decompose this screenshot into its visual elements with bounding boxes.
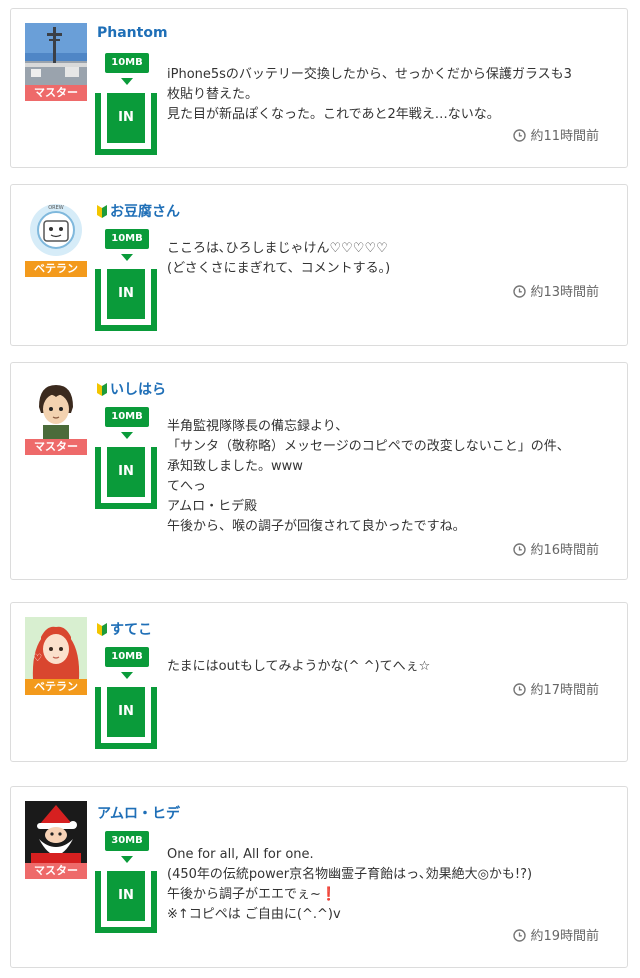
rank-badge: マスター bbox=[25, 439, 87, 455]
message-line: 見た目が新品ぽくなった。これであと2年戦え…ないな。 bbox=[167, 107, 500, 122]
message-line: 午後から、喉の調子が回復されて良かったですね。 bbox=[167, 519, 466, 534]
avatar[interactable] bbox=[25, 23, 87, 85]
message-line: iPhone5sのバッテリー交換したから、せっかくだから保護ガラスも3 bbox=[167, 67, 572, 82]
in-button[interactable]: IN bbox=[95, 93, 157, 155]
in-label: IN bbox=[107, 871, 145, 921]
clock-icon bbox=[513, 129, 527, 142]
in-label: IN bbox=[107, 687, 145, 737]
clock-icon bbox=[513, 929, 527, 942]
timestamp-text: 約16時間前 bbox=[530, 543, 599, 558]
message-line: 半角監視隊隊長の備忘録より、 bbox=[167, 419, 349, 434]
message-text: たまにはoutもしてみようかな(^ ^)てへぇ☆ bbox=[167, 657, 607, 677]
message-line: てへっ bbox=[167, 479, 207, 494]
timestamp: 約17時間前 bbox=[513, 679, 599, 698]
message-line: (どさくさにまぎれて、コメントする｡) bbox=[167, 261, 391, 276]
avatar[interactable] bbox=[25, 801, 87, 863]
message-line: 午後から調子がエエでぇ~❗ bbox=[167, 887, 338, 902]
in-label: IN bbox=[107, 269, 145, 319]
user-name-link[interactable]: お豆腐さん bbox=[97, 201, 180, 221]
message-line: (450年の伝統power京名物幽霊子育飴はっ､効果絶大◎かも!?) bbox=[167, 867, 533, 882]
message-text: iPhone5sのバッテリー交換したから、せっかくだから保護ガラスも3 枚貼り替… bbox=[167, 65, 607, 125]
timestamp: 約19時間前 bbox=[513, 925, 599, 944]
user-name-link[interactable]: アムロ・ヒデ bbox=[97, 803, 180, 823]
arrow-down-icon bbox=[121, 254, 133, 261]
timestamp: 約13時間前 bbox=[513, 281, 599, 300]
message-text: 半角監視隊隊長の備忘録より、 「サンタ（敬称略）メッセージのコピペでの改変しない… bbox=[167, 417, 613, 537]
message-text: One for all, All for one. (450年の伝統power京… bbox=[167, 845, 607, 925]
post-card: マスター Phantom 10MB IN iPhone5sのバッテリー交換したか… bbox=[10, 8, 628, 168]
message-line: 承知致しました。www bbox=[167, 459, 303, 474]
svg-text:♡: ♡ bbox=[33, 653, 42, 664]
arrow-down-icon bbox=[121, 432, 133, 439]
user-name: アムロ・ヒデ bbox=[97, 806, 181, 822]
message-line: 「サンタ（敬称略）メッセージのコピペでの改変しないこと」の件、 bbox=[167, 439, 570, 454]
in-label: IN bbox=[107, 93, 145, 143]
message-line: アムロ・ヒデ殿 bbox=[167, 499, 258, 514]
timestamp-text: 約13時間前 bbox=[530, 285, 599, 300]
arrow-down-icon bbox=[121, 78, 133, 85]
arrow-down-icon bbox=[121, 856, 133, 863]
data-size-badge: 10MB bbox=[105, 407, 149, 427]
in-button[interactable]: IN bbox=[95, 447, 157, 509]
in-button[interactable]: IN bbox=[95, 687, 157, 749]
user-name-link[interactable]: Phantom bbox=[97, 25, 168, 41]
timestamp-text: 約17時間前 bbox=[530, 683, 599, 698]
data-size-badge: 10MB bbox=[105, 229, 149, 249]
user-name: Phantom bbox=[97, 25, 168, 41]
timestamp: 約11時間前 bbox=[513, 125, 599, 144]
timestamp: 約16時間前 bbox=[513, 539, 599, 558]
rank-badge: ベテラン bbox=[25, 679, 87, 695]
beginner-mark-icon bbox=[97, 205, 107, 218]
arrow-down-icon bbox=[121, 672, 133, 679]
svg-text:OREW: OREW bbox=[48, 205, 64, 211]
message-line: たまにはoutもしてみようかな(^ ^)てへぇ☆ bbox=[167, 659, 431, 674]
message-line: こころは､ひろしまじゃけん♡♡♡♡♡ bbox=[167, 241, 388, 256]
clock-icon bbox=[513, 285, 527, 298]
beginner-mark-icon bbox=[97, 623, 107, 636]
user-name-link[interactable]: いしはら bbox=[97, 379, 166, 399]
in-button[interactable]: IN bbox=[95, 269, 157, 331]
message-line: 枚貼り替えた。 bbox=[167, 87, 259, 102]
data-size-badge: 10MB bbox=[105, 647, 149, 667]
in-button[interactable]: IN bbox=[95, 871, 157, 933]
post-card: マスター アムロ・ヒデ 30MB IN One for all, All for… bbox=[10, 786, 628, 968]
user-name: すてこ bbox=[110, 622, 153, 638]
rank-badge: ベテラン bbox=[25, 261, 87, 277]
clock-icon bbox=[513, 543, 527, 556]
message-text: こころは､ひろしまじゃけん♡♡♡♡♡ (どさくさにまぎれて、コメントする｡) bbox=[167, 239, 607, 279]
post-card: ♡ ベテラン すてこ 10MB IN たまにはoutもしてみようかな(^ ^)て… bbox=[10, 602, 628, 762]
post-card: マスター いしはら 10MB IN 半角監視隊隊長の備忘録より、 「サンタ（敬称… bbox=[10, 362, 628, 580]
rank-badge: マスター bbox=[25, 85, 87, 101]
user-name: いしはら bbox=[110, 382, 166, 398]
user-name-link[interactable]: すてこ bbox=[97, 619, 152, 639]
message-line: ※↑コピペは ご自由に(^.^)v bbox=[167, 907, 341, 922]
data-size-badge: 30MB bbox=[105, 831, 149, 851]
clock-icon bbox=[513, 683, 527, 696]
timestamp-text: 約19時間前 bbox=[530, 929, 599, 944]
avatar[interactable] bbox=[25, 377, 87, 439]
beginner-mark-icon bbox=[97, 383, 107, 396]
user-name: お豆腐さん bbox=[110, 204, 180, 220]
rank-badge: マスター bbox=[25, 863, 87, 879]
data-size-badge: 10MB bbox=[105, 53, 149, 73]
post-card: OREW ベテラン お豆腐さん 10MB IN こころは､ひろしまじゃけん♡♡♡… bbox=[10, 184, 628, 346]
timestamp-text: 約11時間前 bbox=[530, 129, 599, 144]
message-line: One for all, All for one. bbox=[167, 847, 314, 862]
avatar[interactable]: OREW bbox=[25, 199, 87, 261]
avatar[interactable]: ♡ bbox=[25, 617, 87, 679]
in-label: IN bbox=[107, 447, 145, 497]
